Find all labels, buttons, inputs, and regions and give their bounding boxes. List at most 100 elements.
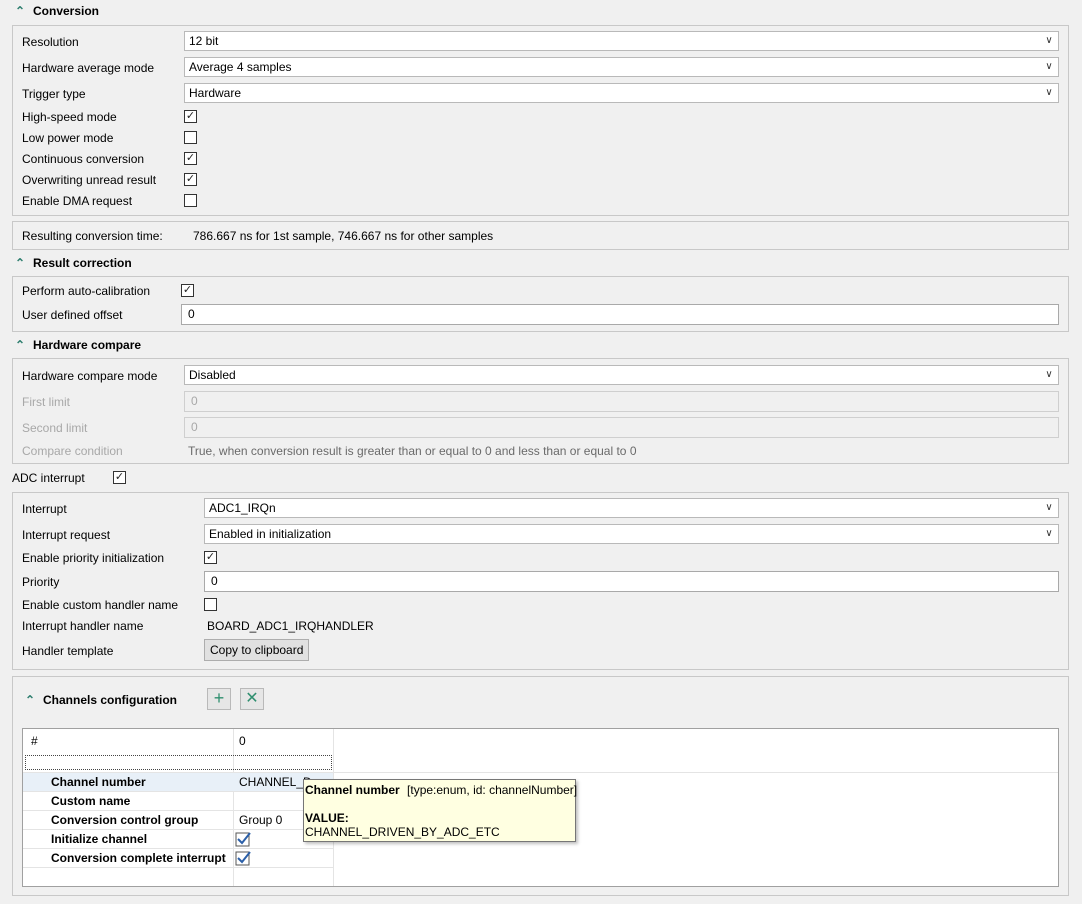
trigger-type-label: Trigger type — [22, 87, 86, 101]
result-correction-title: Result correction — [33, 256, 132, 270]
interrupt-label: Interrupt — [22, 502, 67, 516]
handler-template-label: Handler template — [22, 644, 114, 658]
high-speed-checkbox[interactable]: ✓ — [184, 110, 197, 123]
channel-number-tooltip: Channel number [type:enum, id: channelNu… — [303, 779, 578, 842]
continuous-checkbox[interactable]: ✓ — [184, 152, 197, 165]
priority-input[interactable]: 0 — [204, 571, 1059, 592]
priority-init-checkbox[interactable]: ✓ — [204, 551, 217, 564]
high-speed-label: High-speed mode — [22, 110, 117, 124]
resolution-value: 12 bit — [189, 34, 219, 48]
compare-condition-value: True, when conversion result is greater … — [188, 444, 637, 458]
interrupt-select[interactable]: ADC1_IRQn ∨ — [204, 498, 1059, 518]
hardware-compare-header[interactable]: ⌃ Hardware compare — [15, 338, 141, 352]
offset-input[interactable]: 0 — [181, 304, 1059, 325]
row-value: Group 0 — [239, 813, 283, 827]
tooltip-title: Channel number — [305, 783, 400, 797]
header-index-value: 0 — [239, 734, 246, 748]
completion-interrupt-checkbox[interactable] — [235, 850, 251, 866]
row-name: Custom name — [51, 794, 131, 808]
handler-name-label: Interrupt handler name — [22, 619, 144, 633]
table-header-row: # 0 — [23, 732, 333, 754]
row-name: Conversion control group — [51, 813, 199, 827]
dma-label: Enable DMA request — [22, 194, 133, 208]
chevron-down-icon: ∨ — [1045, 35, 1053, 46]
interrupt-value: ADC1_IRQn — [209, 501, 276, 515]
resolution-label: Resolution — [22, 35, 79, 49]
autocal-label: Perform auto-calibration — [22, 284, 151, 298]
row-name: Initialize channel — [51, 832, 148, 846]
table-row[interactable]: Channel number CHANNEL_D — [23, 773, 333, 792]
add-channel-button[interactable]: + — [207, 688, 231, 710]
chevron-up-icon: ⌃ — [15, 256, 26, 270]
conversion-time-value: 786.667 ns for 1st sample, 746.667 ns fo… — [193, 229, 494, 243]
compare-mode-label: Hardware compare mode — [22, 369, 158, 383]
interrupt-request-select[interactable]: Enabled in initialization ∨ — [204, 524, 1059, 544]
custom-handler-checkbox[interactable] — [204, 598, 217, 611]
offset-label: User defined offset — [22, 308, 123, 322]
overwriting-checkbox[interactable]: ✓ — [184, 173, 197, 186]
hw-average-value: Average 4 samples — [189, 60, 292, 74]
tooltip-meta: [type:enum, id: channelNumber] — [407, 783, 578, 797]
hw-average-label: Hardware average mode — [22, 61, 155, 75]
adc-interrupt-checkbox[interactable]: ✓ — [113, 471, 126, 484]
row-name: Conversion complete interrupt — [51, 851, 226, 865]
compare-mode-value: Disabled — [189, 368, 236, 382]
tooltip-header: Channel number [type:enum, id: channelNu… — [305, 783, 578, 797]
dma-checkbox[interactable] — [184, 194, 197, 207]
chevron-down-icon: ∨ — [1045, 528, 1053, 539]
row-value: CHANNEL_D — [239, 775, 312, 789]
conversion-time-label: Resulting conversion time: — [22, 229, 163, 243]
focus-row[interactable] — [25, 755, 332, 770]
compare-mode-select[interactable]: Disabled ∨ — [184, 365, 1059, 385]
low-power-checkbox[interactable] — [184, 131, 197, 144]
trigger-type-value: Hardware — [189, 86, 242, 100]
tooltip-value-label: VALUE: — [305, 811, 349, 825]
tooltip-value: CHANNEL_DRIVEN_BY_ADC_ETC — [305, 825, 500, 839]
chevron-down-icon: ∨ — [1045, 369, 1053, 380]
table-row[interactable]: Conversion control group Group 0 — [23, 811, 333, 830]
chevron-up-icon: ⌃ — [25, 693, 36, 707]
conversion-group — [12, 25, 1069, 216]
channels-header[interactable]: ⌃ Channels configuration — [25, 693, 177, 707]
conversion-section-header[interactable]: ⌃ Conversion — [15, 4, 99, 18]
trigger-type-select[interactable]: Hardware ∨ — [184, 83, 1059, 103]
channels-title: Channels configuration — [43, 693, 178, 707]
second-limit-label: Second limit — [22, 421, 88, 435]
row-name: Channel number — [51, 775, 146, 789]
autocal-checkbox[interactable]: ✓ — [181, 284, 194, 297]
chevron-up-icon: ⌃ — [15, 338, 26, 352]
priority-init-label: Enable priority initialization — [22, 551, 165, 565]
table-row[interactable]: Conversion complete interrupt — [23, 849, 333, 868]
first-limit-label: First limit — [22, 395, 70, 409]
first-limit-input[interactable]: 0 — [184, 391, 1059, 412]
plus-icon: + — [213, 688, 225, 708]
hw-average-select[interactable]: Average 4 samples ∨ — [184, 57, 1059, 77]
table-row[interactable]: Custom name — [23, 792, 333, 811]
handler-name-value: BOARD_ADC1_IRQHANDLER — [207, 619, 374, 633]
conversion-title: Conversion — [33, 4, 100, 18]
interrupt-request-label: Interrupt request — [22, 528, 111, 542]
second-limit-input[interactable]: 0 — [184, 417, 1059, 438]
initialize-channel-checkbox[interactable] — [235, 831, 251, 847]
chevron-up-icon: ⌃ — [15, 4, 26, 18]
close-icon: ✕ — [245, 690, 259, 707]
header-hash-label: # — [31, 734, 38, 748]
tooltip-spacer — [305, 797, 574, 811]
priority-label: Priority — [22, 575, 60, 589]
conversion-time-group — [12, 221, 1069, 250]
continuous-label: Continuous conversion — [22, 152, 145, 166]
overwriting-label: Overwriting unread result — [22, 173, 157, 187]
chevron-down-icon: ∨ — [1045, 502, 1053, 513]
custom-handler-label: Enable custom handler name — [22, 598, 179, 612]
hardware-compare-title: Hardware compare — [33, 338, 142, 352]
compare-condition-label: Compare condition — [22, 444, 123, 458]
chevron-down-icon: ∨ — [1045, 87, 1053, 98]
low-power-label: Low power mode — [22, 131, 114, 145]
table-row — [23, 868, 333, 887]
copy-to-clipboard-button[interactable]: Copy to clipboard — [204, 639, 310, 661]
resolution-select[interactable]: 12 bit ∨ — [184, 31, 1059, 51]
remove-channel-button[interactable]: ✕ — [240, 688, 264, 710]
result-correction-header[interactable]: ⌃ Result correction — [15, 256, 132, 270]
interrupt-request-value: Enabled in initialization — [209, 527, 332, 541]
table-row[interactable]: Initialize channel — [23, 830, 333, 849]
